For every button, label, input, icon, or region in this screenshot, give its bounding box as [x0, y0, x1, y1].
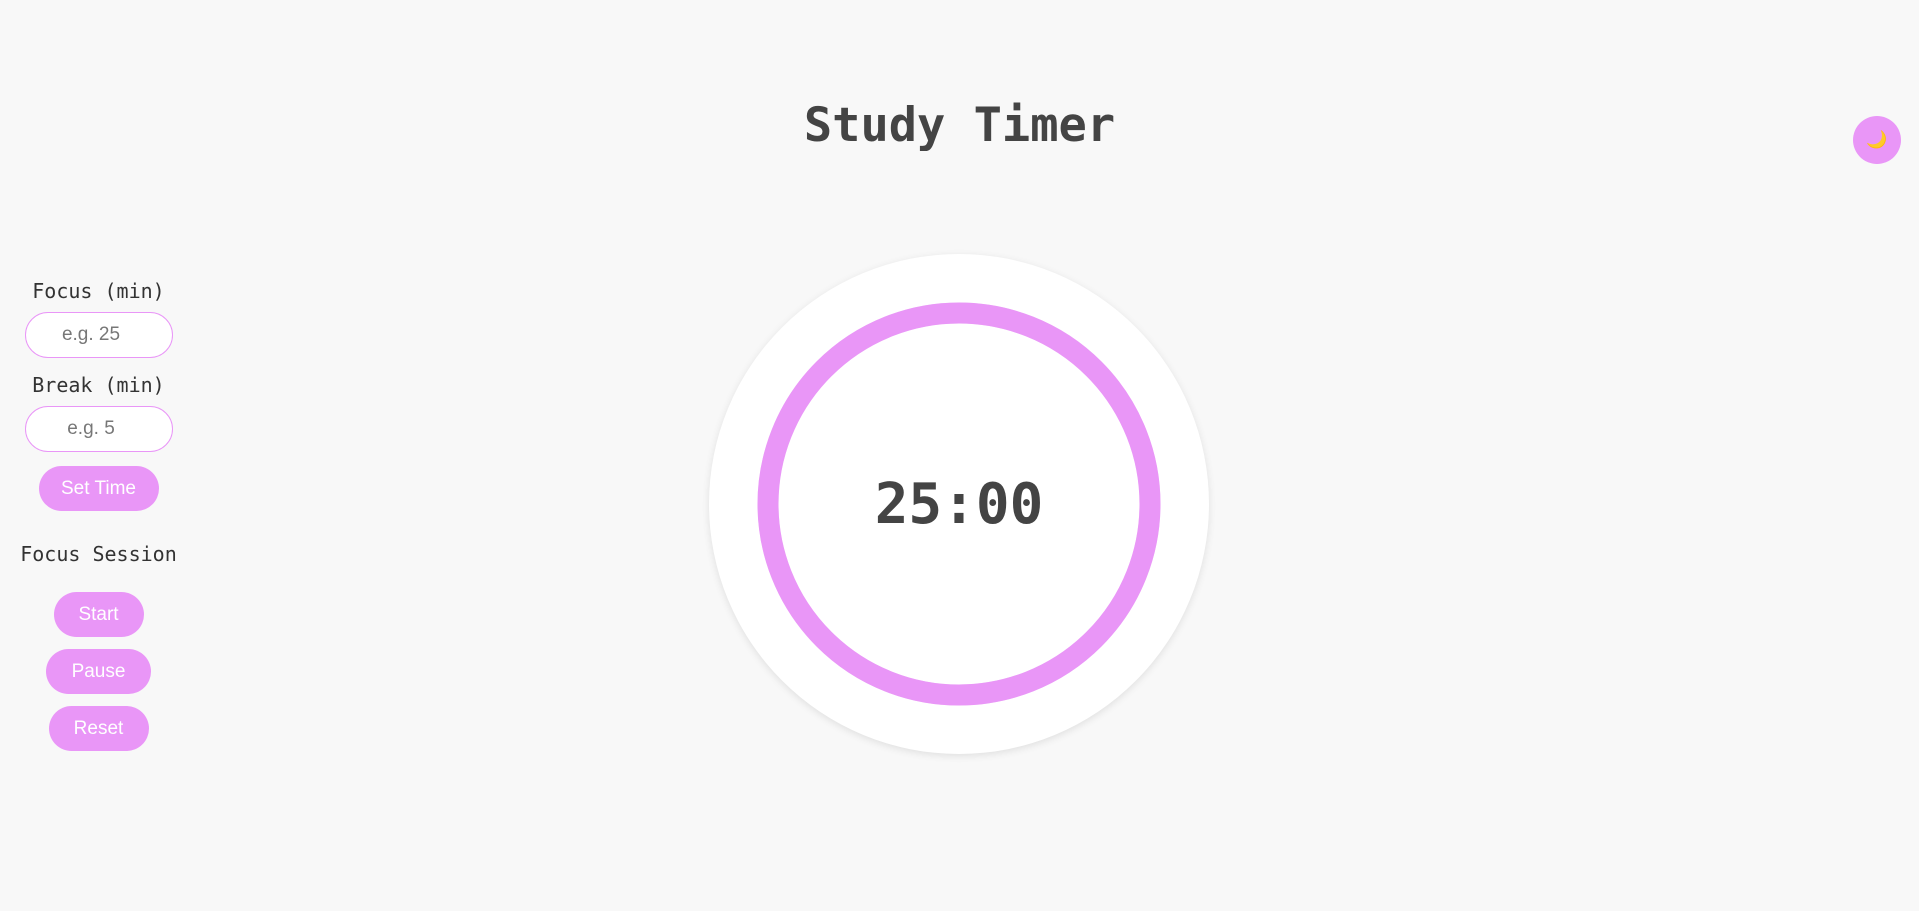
set-time-button[interactable]: Set Time [38, 466, 159, 511]
start-button[interactable]: Start [53, 592, 144, 637]
page-title: Study Timer [803, 98, 1116, 153]
timer-display: 25:00 [874, 472, 1044, 537]
timer-settings-panel: Focus (min) Break (min) Set Time Focus S… [0, 270, 197, 763]
break-label: Break (min) [32, 373, 165, 397]
focus-minutes-input[interactable] [24, 312, 173, 358]
study-timer-page: Study Timer 🌙 Focus (min) Break (min) Se… [0, 0, 1919, 911]
theme-toggle-button[interactable]: 🌙 [1853, 116, 1901, 164]
reset-button[interactable]: Reset [48, 706, 149, 751]
session-status-label: Focus Session [20, 542, 177, 566]
break-minutes-input[interactable] [24, 406, 173, 452]
focus-label: Focus (min) [32, 279, 165, 303]
pause-button[interactable]: Pause [46, 649, 151, 694]
moon-icon: 🌙 [1866, 130, 1888, 149]
timer-controls: Start Pause Reset [46, 592, 151, 763]
timer-dial: 25:00 [709, 254, 1209, 754]
